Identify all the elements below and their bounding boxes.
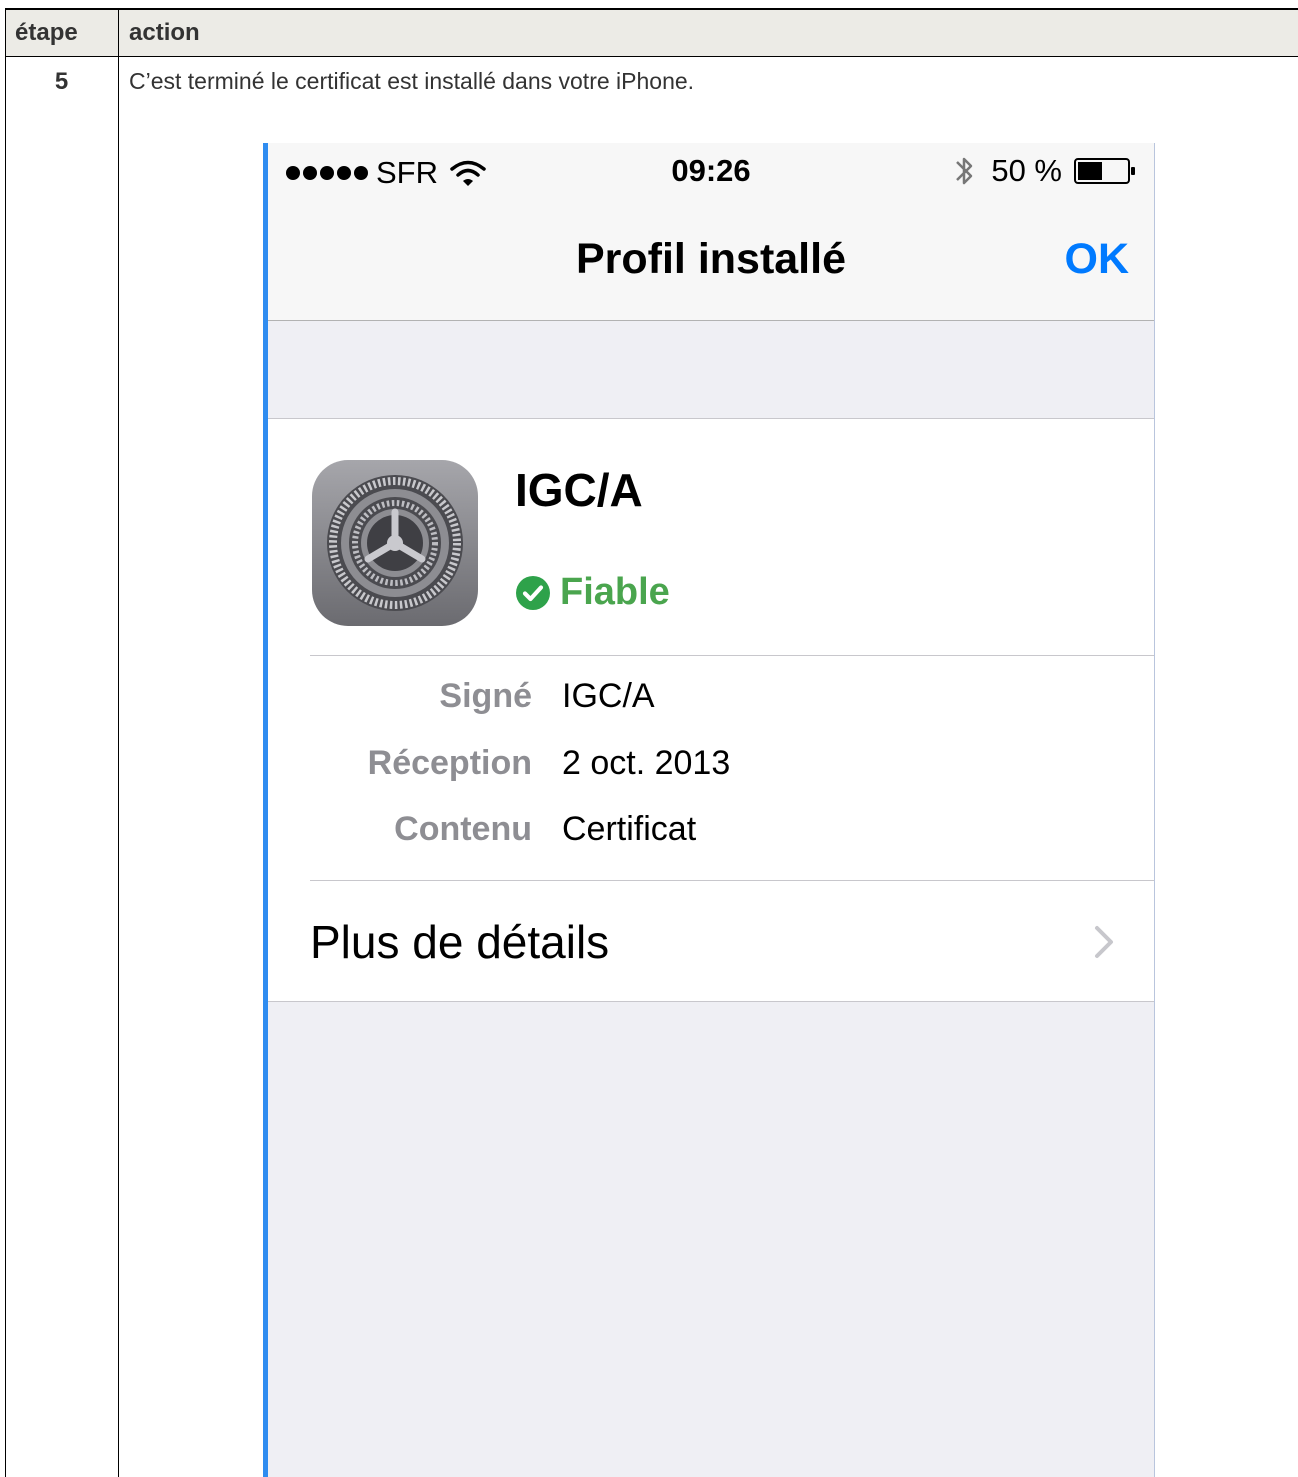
battery-icon (1074, 158, 1135, 184)
detail-label: Réception (367, 744, 532, 782)
more-details-label: Plus de détails (310, 916, 610, 968)
page-title: Profil installé (575, 235, 846, 283)
trust-label: Fiable (560, 571, 670, 613)
checkmark-icon (516, 575, 550, 610)
detail-label: Contenu (394, 810, 532, 848)
status-bar: SFR 09:26 50 % (268, 143, 1154, 201)
status-right-group: 50 % (951, 153, 1136, 189)
trust-status: Fiable (515, 571, 670, 614)
table-header-row: étape action (5, 8, 1298, 57)
chevron-right-icon (1095, 926, 1113, 958)
detail-row-received: Réception 2 oct. 2013 (268, 744, 1154, 794)
divider (310, 655, 1154, 656)
more-details-row[interactable]: Plus de détails (268, 881, 1154, 1001)
detail-value: 2 oct. 2013 (562, 744, 731, 782)
detail-label: Signé (439, 677, 532, 715)
detail-value: Certificat (562, 810, 697, 848)
detail-value: IGC/A (562, 677, 655, 715)
detail-row-contents: Contenu Certificat (268, 810, 1154, 860)
screenshot-right-border (1154, 143, 1155, 1477)
iphone-screenshot: SFR 09:26 50 % Profil installé OK IGC/A … (263, 143, 1155, 1477)
settings-gear-icon (312, 460, 478, 626)
profile-name: IGC/A (515, 464, 643, 516)
header-step: étape (15, 19, 78, 46)
header-action: action (129, 19, 200, 46)
detail-row-signed: Signé IGC/A (268, 677, 1154, 727)
profile-card: IGC/A Fiable Signé IGC/A Réception 2 oct… (268, 418, 1154, 1002)
ok-button[interactable]: OK (1065, 235, 1130, 284)
bluetooth-icon (956, 157, 973, 185)
table-column-divider (118, 8, 119, 1477)
table-border-left (5, 8, 6, 1477)
battery-percentage: 50 % (991, 153, 1062, 188)
step-description: C’est terminé le certificat est installé… (129, 68, 695, 94)
step-number: 5 (54, 68, 69, 95)
navigation-bar: Profil installé OK (268, 201, 1154, 321)
